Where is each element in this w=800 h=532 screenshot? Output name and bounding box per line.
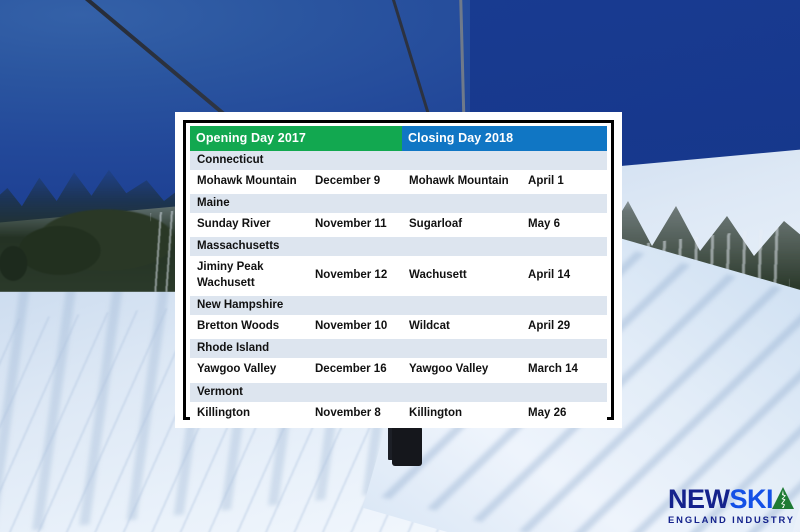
closing-resort: Wachusett [402, 256, 522, 297]
state-row-maine: Maine [190, 194, 607, 214]
opening-date: November 8 [308, 401, 403, 426]
closing-resort: Sugarloaf [402, 213, 522, 238]
header-row: Opening Day 2017 Closing Day 2018 [190, 126, 607, 151]
chairlift-chair [392, 424, 422, 466]
opening-resort: Bretton Woods [190, 315, 308, 340]
table-row: Killington November 8 Killington May 26 [190, 401, 607, 426]
table-body: Connecticut Mohawk Mountain December 9 M… [190, 151, 607, 426]
closing-date: April 1 [521, 170, 607, 195]
opening-resort-group: Jiminy Peak Wachusett [190, 256, 308, 297]
opening-closing-day-table: Opening Day 2017 Closing Day 2018 Connec… [190, 126, 607, 426]
closing-resort: Killington [402, 401, 522, 426]
newengland-ski-industry-logo[interactable]: NEWSKI ENGLAND INDUSTRY [668, 486, 794, 526]
state-row-rhode-island: Rhode Island [190, 339, 607, 359]
state-label: Connecticut [190, 151, 607, 170]
state-row-massachusetts: Massachusetts [190, 237, 607, 257]
closing-resort: Yawgoo Valley [402, 358, 522, 383]
state-label: Massachusetts [190, 237, 607, 257]
state-row-connecticut: Connecticut [190, 151, 607, 170]
opening-resort: Jiminy Peak [197, 261, 264, 274]
closing-date: April 29 [521, 315, 607, 340]
state-label: Vermont [190, 382, 607, 402]
header-closing-day: Closing Day 2018 [402, 126, 607, 151]
table-row: Jiminy Peak Wachusett November 12 Wachus… [190, 256, 607, 297]
table-row: Sunday River November 11 Sugarloaf May 6 [190, 213, 607, 238]
logo-word-new: NEW [668, 484, 730, 514]
state-row-vermont: Vermont [190, 382, 607, 402]
table-row: Yawgoo Valley December 16 Yawgoo Valley … [190, 358, 607, 383]
opening-date: November 12 [308, 256, 403, 297]
table-row: Bretton Woods November 10 Wildcat April … [190, 315, 607, 340]
opening-resort: Sunday River [190, 213, 308, 238]
opening-date: November 10 [308, 315, 403, 340]
schedule-card: Opening Day 2017 Closing Day 2018 Connec… [175, 112, 622, 428]
opening-resort-secondary: Wachusett [197, 276, 255, 289]
schedule-card-border: Opening Day 2017 Closing Day 2018 Connec… [183, 120, 614, 426]
closing-resort: Wildcat [402, 315, 522, 340]
state-label: New Hampshire [190, 296, 607, 316]
table-row: Mohawk Mountain December 9 Mohawk Mounta… [190, 170, 607, 195]
closing-resort: Mohawk Mountain [402, 170, 522, 195]
opening-resort: Yawgoo Valley [190, 358, 308, 383]
closing-date: May 26 [521, 401, 607, 426]
opening-date: November 11 [308, 213, 403, 238]
opening-date: December 16 [308, 358, 403, 383]
closing-date: March 14 [521, 358, 607, 383]
header-opening-day: Opening Day 2017 [190, 126, 403, 151]
screenshot-canvas: Opening Day 2017 Closing Day 2018 Connec… [0, 0, 800, 532]
evergreen-tree-icon [772, 487, 794, 509]
closing-date: May 6 [521, 213, 607, 238]
closing-date: April 14 [521, 256, 607, 297]
state-label: Maine [190, 194, 607, 214]
state-row-new-hampshire: New Hampshire [190, 296, 607, 316]
logo-word-ski: SKI [729, 484, 774, 514]
logo-subtitle: ENGLAND INDUSTRY [668, 514, 795, 525]
opening-resort: Mohawk Mountain [190, 170, 308, 195]
state-label: Rhode Island [190, 339, 607, 359]
table-header: Opening Day 2017 Closing Day 2018 [190, 126, 607, 151]
opening-resort: Killington [190, 401, 308, 426]
opening-date: December 9 [308, 170, 403, 195]
